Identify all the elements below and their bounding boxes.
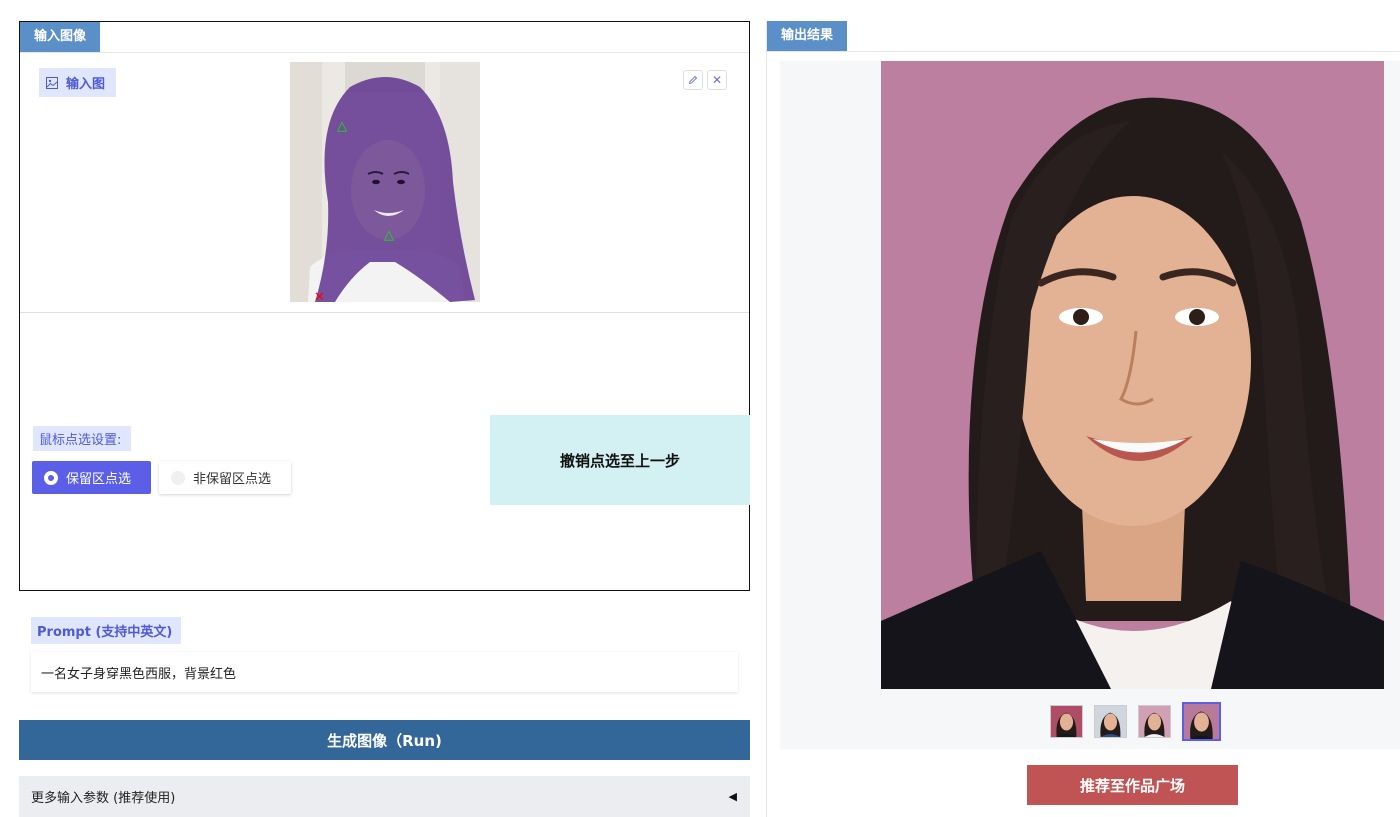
- thumbnail-strip: [1050, 702, 1221, 741]
- radio-checked-indicator: [44, 470, 58, 485]
- pencil-icon: [688, 75, 698, 85]
- recommend-to-gallery-button[interactable]: 推荐至作品广场: [1027, 765, 1238, 805]
- radio-unchecked-indicator: [171, 470, 185, 485]
- keep-point-marker-2: △: [384, 228, 394, 243]
- input-panel: 输入图像 输入图 △ △ ✕ ✕ 鼠标点选设置: 保留区点选 非保留区点选 撤销…: [19, 21, 750, 591]
- output-gallery: [780, 61, 1400, 749]
- keep-point-marker-1: △: [337, 119, 347, 134]
- thumbnail-image: [1051, 706, 1082, 737]
- close-icon: ✕: [711, 73, 723, 87]
- run-button[interactable]: 生成图像（Run): [19, 720, 750, 760]
- image-icon: [46, 76, 58, 89]
- click-settings-label: 鼠标点选设置:: [33, 426, 131, 451]
- radio-keep-region[interactable]: 保留区点选: [32, 461, 151, 494]
- advanced-params-accordion[interactable]: 更多输入参数 (推荐使用) ◀: [19, 776, 750, 817]
- input-image-label: 输入图: [39, 68, 116, 97]
- output-panel: 输出结果 推荐至作品广场: [766, 21, 1400, 817]
- thumbnail-2[interactable]: [1094, 705, 1127, 738]
- collapse-arrow-icon: ◀: [728, 790, 737, 803]
- input-image-label-text: 输入图: [66, 77, 106, 92]
- output-image[interactable]: [881, 61, 1384, 689]
- thumbnail-image: [1139, 706, 1170, 737]
- thumbnail-4-selected[interactable]: [1182, 702, 1221, 741]
- thumbnail-image: [1184, 704, 1219, 739]
- tab-divider: [20, 52, 749, 53]
- output-photo: [881, 61, 1384, 689]
- image-divider: [20, 312, 749, 313]
- input-image-canvas[interactable]: △ △ ✕: [290, 62, 480, 302]
- exclude-point-marker: ✕: [314, 290, 325, 302]
- prompt-input[interactable]: 一名女子身穿黑色西服，背景红色: [31, 652, 738, 692]
- input-panel-tab: 输入图像: [20, 22, 101, 52]
- input-photo: △ △ ✕: [290, 62, 480, 302]
- tab-divider: [767, 51, 1400, 52]
- thumbnail-image: [1095, 706, 1126, 737]
- radio-nonkeep-region[interactable]: 非保留区点选: [159, 461, 291, 494]
- radio-keep-label: 保留区点选: [66, 472, 132, 487]
- prompt-label: Prompt (支持中英文): [31, 617, 181, 644]
- radio-nonkeep-label: 非保留区点选: [193, 472, 272, 487]
- thumbnail-1[interactable]: [1050, 705, 1083, 738]
- clear-image-button[interactable]: ✕: [707, 70, 727, 90]
- advanced-params-label: 更多输入参数 (推荐使用): [31, 791, 176, 806]
- thumbnail-3[interactable]: [1138, 705, 1171, 738]
- edit-image-button[interactable]: [683, 70, 703, 90]
- undo-click-button[interactable]: 撤销点选至上一步: [490, 415, 750, 505]
- output-panel-tab: 输出结果: [767, 21, 848, 51]
